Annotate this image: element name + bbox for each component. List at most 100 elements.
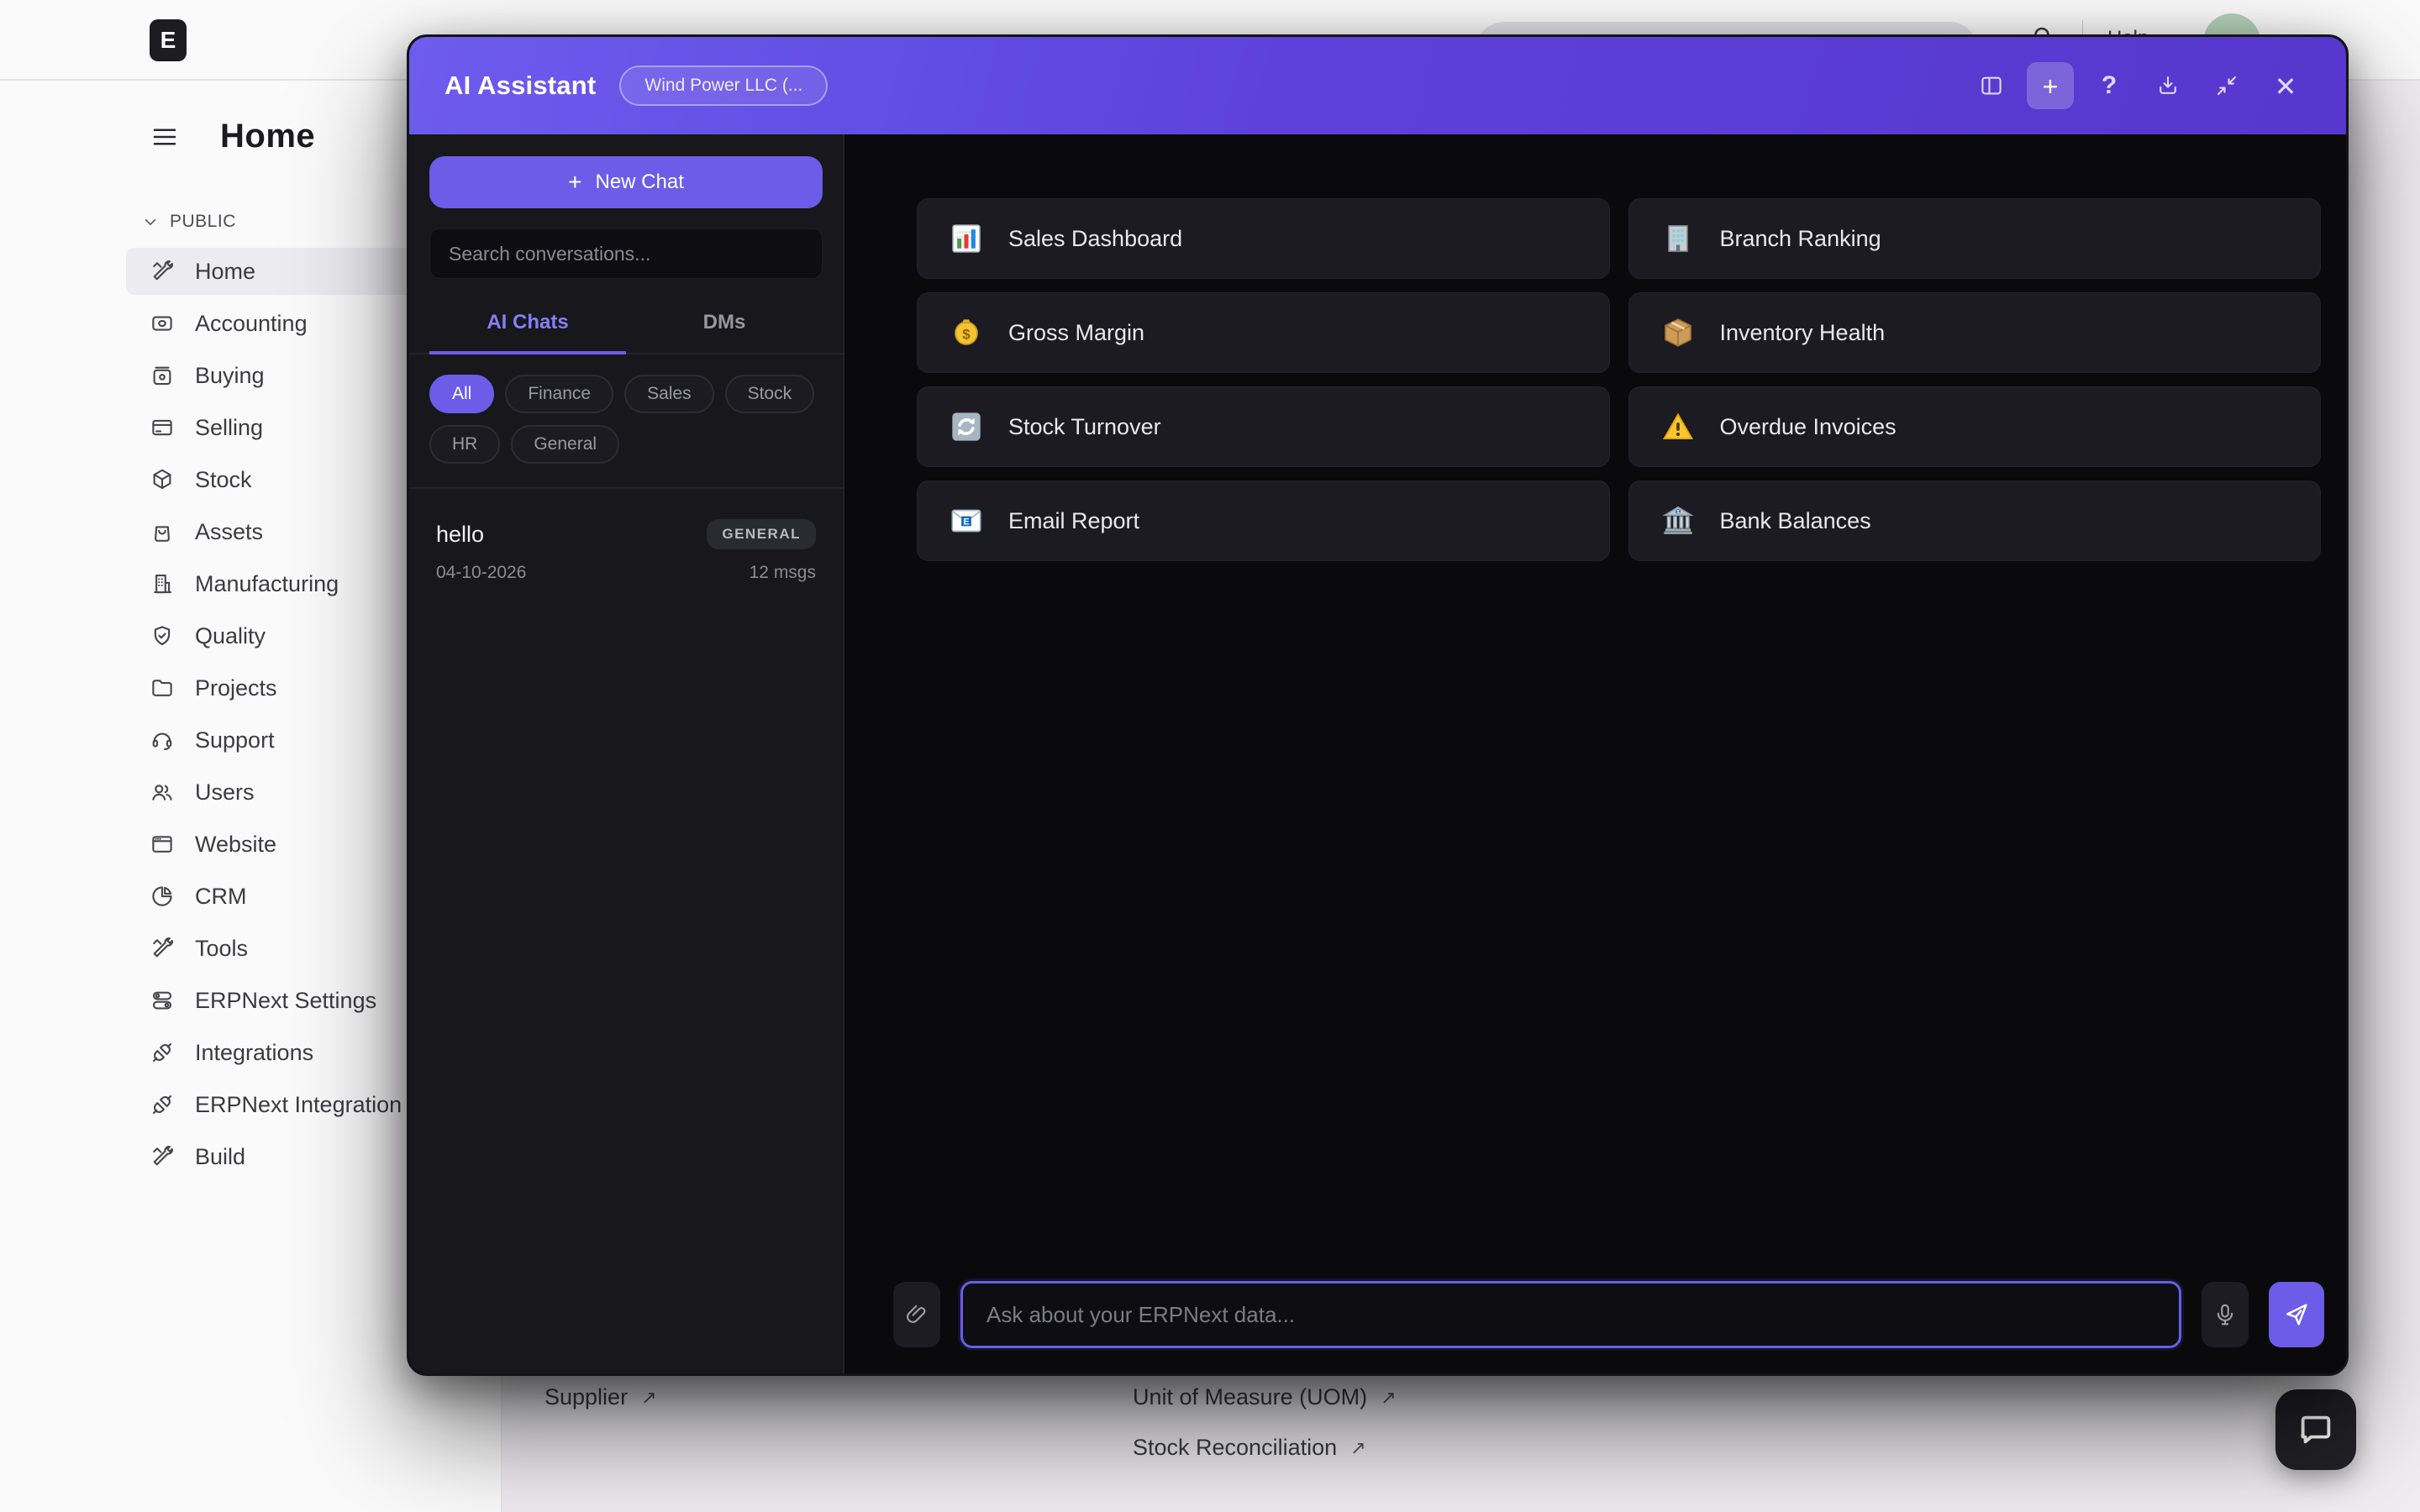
quick-action-gross-margin[interactable]: $ Gross Margin xyxy=(917,292,1610,373)
question-icon: ? xyxy=(2096,73,2122,98)
quick-action-inventory-health[interactable]: Inventory Health xyxy=(1628,292,2322,373)
conversation-date: 04-10-2026 xyxy=(436,563,526,583)
sidebar-item-label: Selling xyxy=(195,415,263,441)
tab-ai-chats[interactable]: AI Chats xyxy=(429,311,626,353)
close-button[interactable]: ✕ xyxy=(2262,62,2309,109)
tab-dms[interactable]: DMs xyxy=(626,311,823,353)
external-link-icon: ↗ xyxy=(1350,1437,1365,1459)
filter-finance[interactable]: Finance xyxy=(505,375,613,413)
quick-action-branch-ranking[interactable]: Branch Ranking xyxy=(1628,198,2322,279)
sidebar-item-label: Build xyxy=(195,1144,245,1170)
cash-icon xyxy=(150,311,175,336)
quick-action-stock-turnover[interactable]: Stock Turnover xyxy=(917,386,1610,467)
close-icon: ✕ xyxy=(2273,73,2298,98)
browser-icon xyxy=(150,832,175,857)
send-button[interactable] xyxy=(2269,1282,2324,1347)
filter-sales[interactable]: Sales xyxy=(624,375,714,413)
collapse-button[interactable] xyxy=(2203,62,2250,109)
users-icon xyxy=(150,780,175,805)
collapse-icon xyxy=(2214,73,2239,98)
new-chat-button[interactable]: + New Chat xyxy=(429,156,823,208)
shortcut-uom[interactable]: Unit of Measure (UOM) ↗ xyxy=(1133,1384,1397,1410)
hamburger-menu-icon[interactable] xyxy=(150,122,180,152)
warning-icon xyxy=(1661,410,1695,444)
conversation-title: hello xyxy=(436,522,484,548)
filter-hr[interactable]: HR xyxy=(429,425,500,464)
sidebar-item-label: Quality xyxy=(195,623,266,649)
conversation-message-count: 12 msgs xyxy=(750,563,816,583)
bag-icon xyxy=(150,519,175,544)
filter-general[interactable]: General xyxy=(511,425,619,464)
quick-action-bank-balances[interactable]: $ Bank Balances xyxy=(1628,480,2322,561)
shield-check-icon xyxy=(150,623,175,648)
shortcut-supplier[interactable]: Supplier ↗ xyxy=(544,1384,657,1410)
purchase-icon xyxy=(150,363,175,388)
card-icon xyxy=(150,415,175,440)
quick-action-email-report[interactable]: E Email Report xyxy=(917,480,1610,561)
voice-input-button[interactable] xyxy=(2202,1282,2249,1347)
package-icon xyxy=(1661,316,1695,349)
attach-file-button[interactable] xyxy=(893,1282,940,1347)
tools-icon xyxy=(150,1144,175,1169)
new-chat-plus-button[interactable]: + xyxy=(2027,62,2074,109)
plus-icon: + xyxy=(2038,73,2063,98)
speech-bubble-icon xyxy=(2296,1410,2335,1449)
bar-chart-icon xyxy=(950,222,983,255)
message-input[interactable] xyxy=(960,1281,2181,1348)
sidebar-item-label: Manufacturing xyxy=(195,571,339,597)
workspace-title: Home xyxy=(220,118,315,155)
sidebar-item-label: Home xyxy=(195,259,255,285)
sidebar-section-public[interactable]: PUBLIC xyxy=(141,212,236,232)
shortcut-stock-reconciliation[interactable]: Stock Reconciliation ↗ xyxy=(1133,1435,1366,1461)
svg-text:$: $ xyxy=(962,327,971,343)
sidebar-section-label: PUBLIC xyxy=(170,212,236,232)
folder-icon xyxy=(150,675,175,701)
chat-main-area: Sales Dashboard Branch Ranking $ Gross M… xyxy=(844,134,2346,1373)
bank-icon: $ xyxy=(1661,504,1695,538)
conversation-category-badge: GENERAL xyxy=(707,519,816,549)
panel-icon xyxy=(1979,73,2004,98)
sidebar-item-label: Website xyxy=(195,832,276,858)
external-link-icon: ↗ xyxy=(1381,1387,1396,1409)
paperclip-icon xyxy=(904,1302,929,1327)
box-icon xyxy=(150,467,175,492)
plug-icon xyxy=(150,1092,175,1117)
filter-all[interactable]: All xyxy=(429,375,494,413)
conversation-search-input[interactable] xyxy=(429,228,823,279)
erpnext-logo[interactable]: E xyxy=(150,19,187,61)
sidebar-item-label: Integrations xyxy=(195,1040,313,1066)
toggles-icon xyxy=(150,988,175,1013)
ai-assistant-modal: AI Assistant Wind Power LLC (... + ? xyxy=(407,34,2349,1376)
composer xyxy=(844,1281,2346,1373)
tools-icon xyxy=(150,259,175,284)
conversation-list-item[interactable]: hello GENERAL 04-10-2026 12 msgs xyxy=(429,514,823,588)
pie-chart-icon xyxy=(150,884,175,909)
company-badge[interactable]: Wind Power LLC (... xyxy=(619,66,828,106)
sidebar-item-label: Tools xyxy=(195,936,248,962)
sidebar-item-label: CRM xyxy=(195,884,247,910)
conversations-panel: + New Chat AI Chats DMs xyxy=(409,134,844,1373)
panel-toggle-button[interactable] xyxy=(1968,62,2015,109)
modal-body: + New Chat AI Chats DMs xyxy=(409,134,2346,1373)
filter-stock[interactable]: Stock xyxy=(725,375,815,413)
sidebar-item-label: ERPNext Integration xyxy=(195,1092,402,1118)
headset-icon xyxy=(150,727,175,753)
plus-icon: + xyxy=(568,169,581,196)
quick-action-overdue-invoices[interactable]: Overdue Invoices xyxy=(1628,386,2322,467)
download-icon xyxy=(2155,73,2181,98)
help-button[interactable]: ? xyxy=(2086,62,2133,109)
sidebar-item-label: Assets xyxy=(195,519,263,545)
sidebar-item-label: Accounting xyxy=(195,311,308,337)
download-button[interactable] xyxy=(2144,62,2191,109)
building-icon xyxy=(150,571,175,596)
external-link-icon: ↗ xyxy=(641,1387,656,1409)
sidebar-item-label: Buying xyxy=(195,363,265,389)
logo-letter: E xyxy=(160,27,176,54)
chevron-down-icon xyxy=(141,213,160,231)
modal-title: AI Assistant xyxy=(445,71,596,101)
quick-action-sales-dashboard[interactable]: Sales Dashboard xyxy=(917,198,1610,279)
microphone-icon xyxy=(2212,1302,2238,1327)
chat-fab-button[interactable] xyxy=(2275,1389,2356,1470)
modal-header: AI Assistant Wind Power LLC (... + ? xyxy=(409,37,2346,134)
sidebar-item-label: Users xyxy=(195,780,255,806)
